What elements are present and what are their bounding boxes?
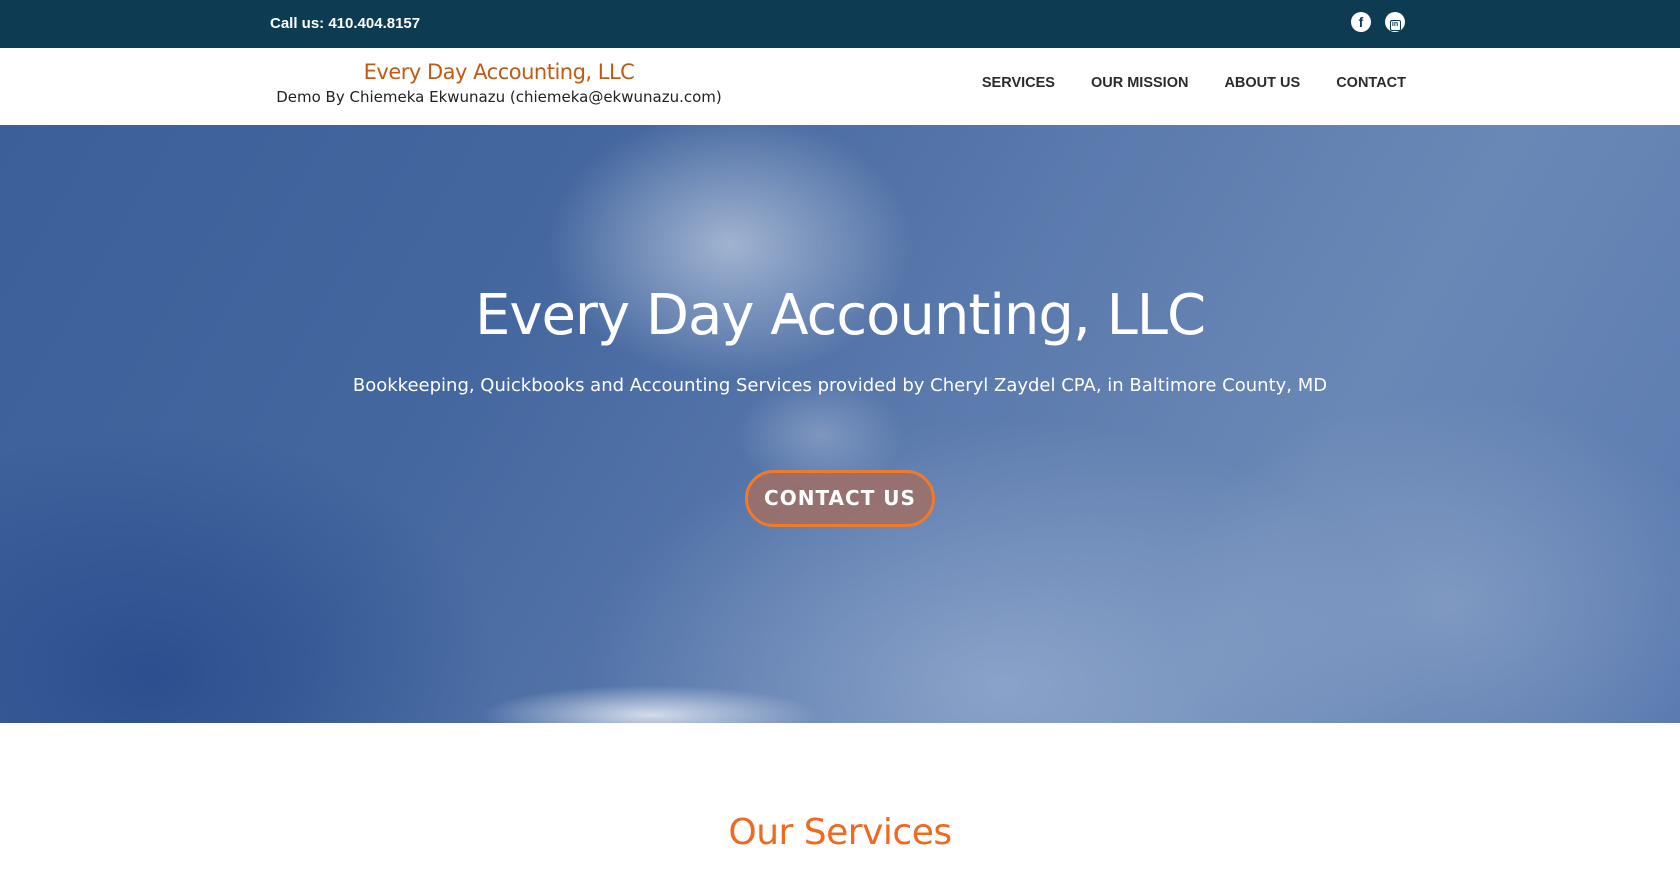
linkedin-glyph: in <box>1389 20 1401 31</box>
hero-sky-shade <box>0 425 500 723</box>
hero-subtitle: Bookkeeping, Quickbooks and Accounting S… <box>352 375 1328 396</box>
contact-us-button[interactable]: CONTACT US <box>745 470 935 527</box>
nav-services[interactable]: SERVICES <box>982 75 1055 91</box>
services-heading: Our Services <box>728 812 952 853</box>
nav-our-mission[interactable]: OUR MISSION <box>1091 75 1188 91</box>
brand-name-link[interactable]: Every Day Accounting, LLC <box>260 60 738 84</box>
hero-title: Every Day Accounting, LLC <box>474 283 1206 348</box>
hero-cloud <box>480 685 820 723</box>
hero-banner: Every Day Accounting, LLC Bookkeeping, Q… <box>0 125 1680 723</box>
nav-about-us[interactable]: ABOUT US <box>1224 75 1300 91</box>
brand-tagline: Demo By Chiemeka Ekwunazu (chiemeka@ekwu… <box>276 88 722 106</box>
brand: Every Day Accounting, LLC Demo By Chieme… <box>260 60 738 106</box>
top-bar: Call us: 410.404.8157 f in <box>0 0 1680 48</box>
nav-contact[interactable]: CONTACT <box>1336 75 1406 91</box>
call-us-text: Call us: 410.404.8157 <box>270 15 421 32</box>
facebook-icon[interactable]: f <box>1351 12 1371 32</box>
linkedin-icon[interactable]: in <box>1385 12 1405 32</box>
site-header: Every Day Accounting, LLC Demo By Chieme… <box>0 48 1680 125</box>
main-nav: SERVICES OUR MISSION ABOUT US CONTACT <box>982 75 1406 91</box>
